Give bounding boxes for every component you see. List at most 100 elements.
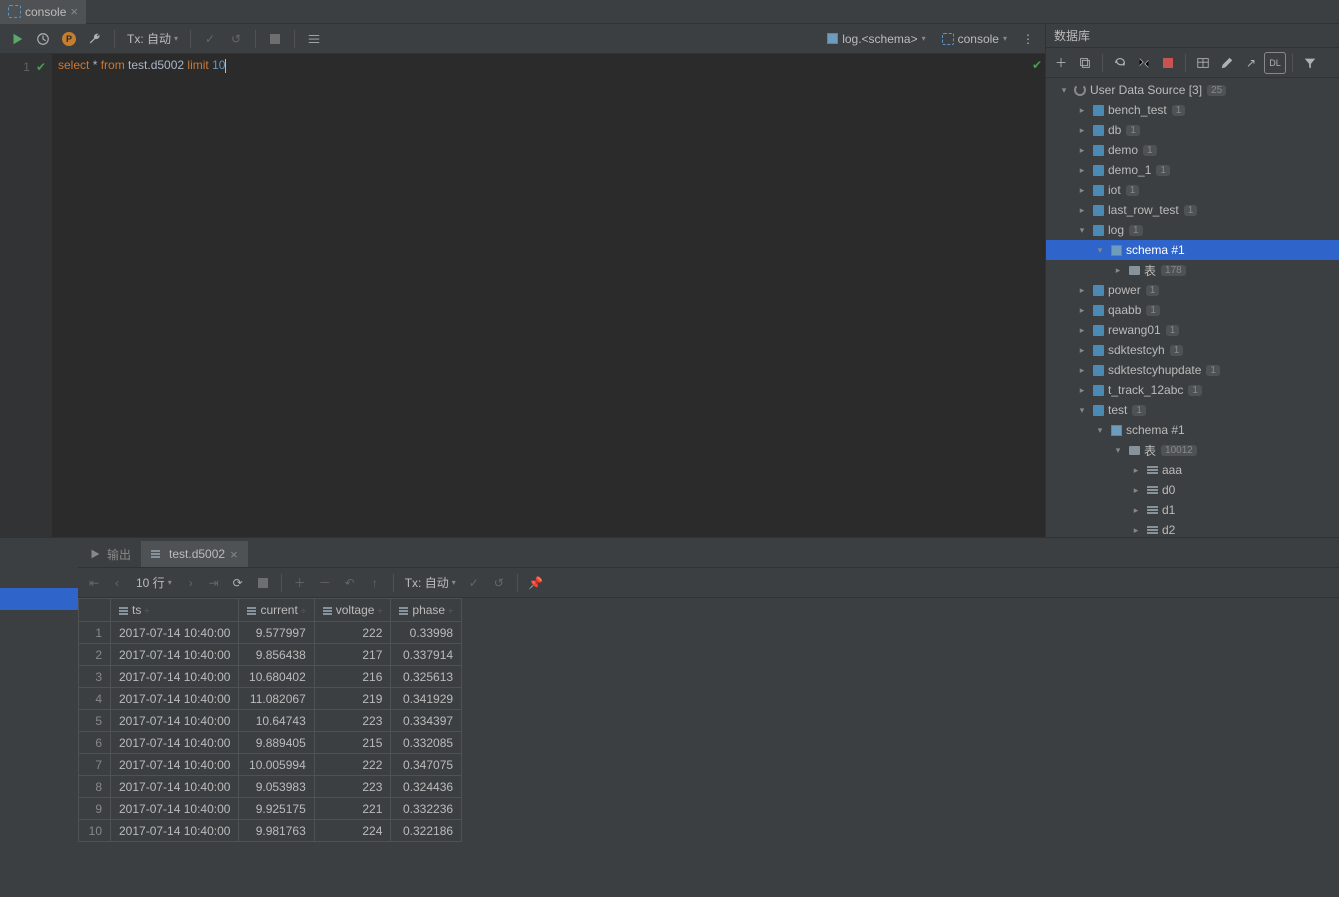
- database-icon: [1093, 225, 1104, 236]
- table-row[interactable]: 62017-07-14 10:40:009.8894052150.332085: [79, 732, 462, 754]
- jump-icon[interactable]: ↗: [1240, 52, 1262, 74]
- wrench-button[interactable]: [84, 28, 106, 50]
- prev-page-button[interactable]: ‹: [107, 573, 127, 593]
- stop-result-button[interactable]: [252, 572, 274, 594]
- table-row[interactable]: 72017-07-14 10:40:0010.0059942220.347075: [79, 754, 462, 776]
- tree-datasource[interactable]: User Data Source [3]25: [1046, 80, 1339, 100]
- tree-tables-log[interactable]: 表178: [1046, 260, 1339, 280]
- folder-icon: [1129, 266, 1140, 275]
- table-row[interactable]: 82017-07-14 10:40:009.0539832230.324436: [79, 776, 462, 798]
- editor-tabs: console ×: [0, 0, 1339, 24]
- tree-db[interactable]: demo1: [1046, 140, 1339, 160]
- table-icon: [1147, 526, 1158, 534]
- add-row-button[interactable]: ＋: [289, 572, 311, 594]
- loading-icon: [1074, 84, 1086, 96]
- table-row[interactable]: 52017-07-14 10:40:0010.647432230.334397: [79, 710, 462, 732]
- editor-toolbar: P Tx: 自动▾ ✓ ↺ log.<schema>▾ console▾ ⋮: [0, 24, 1045, 54]
- tree-db[interactable]: demo_11: [1046, 160, 1339, 180]
- schema-select[interactable]: log.<schema>▾: [821, 30, 931, 48]
- add-button[interactable]: ＋: [1050, 52, 1072, 74]
- table-view-icon[interactable]: [1192, 52, 1214, 74]
- column-header[interactable]: ts÷: [111, 599, 239, 622]
- console-icon: [8, 5, 21, 18]
- column-header[interactable]: phase÷: [391, 599, 462, 622]
- tree-table[interactable]: d1: [1046, 500, 1339, 520]
- tab-result[interactable]: test.d5002×: [141, 541, 248, 567]
- tab-console[interactable]: console ×: [0, 0, 86, 24]
- table-row[interactable]: 92017-07-14 10:40:009.9251752210.332236: [79, 798, 462, 820]
- schema-icon: [827, 33, 838, 44]
- tree-db[interactable]: power1: [1046, 280, 1339, 300]
- duplicate-button[interactable]: [1074, 52, 1096, 74]
- table-row[interactable]: 22017-07-14 10:40:009.8564382170.337914: [79, 644, 462, 666]
- tree-schema-log[interactable]: schema #1: [1046, 240, 1339, 260]
- explain-button[interactable]: P: [58, 28, 80, 50]
- history-button[interactable]: [32, 28, 54, 50]
- last-page-button[interactable]: ⇥: [204, 573, 224, 593]
- refresh-button[interactable]: [1109, 52, 1131, 74]
- database-icon: [1093, 125, 1104, 136]
- tree-table[interactable]: d0: [1046, 480, 1339, 500]
- diff-button[interactable]: [1133, 52, 1155, 74]
- result-grid[interactable]: ts÷current÷voltage÷phase÷ 12017-07-14 10…: [78, 598, 1339, 897]
- stop-db-button[interactable]: [1157, 52, 1179, 74]
- next-page-button[interactable]: ›: [181, 573, 201, 593]
- commit-result-button[interactable]: ✓: [463, 572, 485, 594]
- revert-button[interactable]: ↶: [339, 572, 361, 594]
- more-icon[interactable]: ⋮: [1017, 28, 1039, 50]
- submit-button[interactable]: ↑: [364, 572, 386, 594]
- tree-db-test[interactable]: test1: [1046, 400, 1339, 420]
- database-icon: [1093, 145, 1104, 156]
- run-button[interactable]: [6, 28, 28, 50]
- tree-tables-test[interactable]: 表10012: [1046, 440, 1339, 460]
- rollback-result-button[interactable]: ↺: [488, 572, 510, 594]
- tree-db[interactable]: t_track_12abc1: [1046, 380, 1339, 400]
- tree-db[interactable]: sdktestcyhupdate1: [1046, 360, 1339, 380]
- db-panel-title: 数据库: [1046, 24, 1339, 48]
- tree-db[interactable]: sdktestcyh1: [1046, 340, 1339, 360]
- tree-db[interactable]: db1: [1046, 120, 1339, 140]
- tab-output[interactable]: 输出: [78, 541, 141, 567]
- tree-table[interactable]: d2: [1046, 520, 1339, 537]
- filter-icon[interactable]: [1299, 52, 1321, 74]
- db-tree[interactable]: User Data Source [3]25 bench_test1db1dem…: [1046, 78, 1339, 537]
- delete-row-button[interactable]: －: [314, 572, 336, 594]
- table-row[interactable]: 12017-07-14 10:40:009.5779972220.33998: [79, 622, 462, 644]
- close-icon[interactable]: ×: [230, 547, 238, 562]
- rows-count[interactable]: 10 行▾: [130, 574, 178, 591]
- database-icon: [1093, 325, 1104, 336]
- folder-icon: [1129, 446, 1140, 455]
- table-row[interactable]: 32017-07-14 10:40:0010.6804022160.325613: [79, 666, 462, 688]
- commit-button[interactable]: ✓: [199, 28, 221, 50]
- tree-db[interactable]: qaabb1: [1046, 300, 1339, 320]
- tx-mode-select[interactable]: Tx: 自动▾: [123, 30, 182, 47]
- sql-editor[interactable]: 1✔ select * from test.d5002 limit 10 ✔: [0, 54, 1045, 537]
- console-select[interactable]: console▾: [936, 30, 1013, 48]
- reload-button[interactable]: ⟳: [227, 572, 249, 594]
- pin-button[interactable]: 📌: [525, 572, 547, 594]
- database-icon: [1093, 385, 1104, 396]
- column-header[interactable]: voltage÷: [314, 599, 391, 622]
- tab-label: console: [25, 5, 66, 19]
- table-row[interactable]: 42017-07-14 10:40:0011.0820672190.341929: [79, 688, 462, 710]
- tree-db-log[interactable]: log1: [1046, 220, 1339, 240]
- tree-schema-test[interactable]: schema #1: [1046, 420, 1339, 440]
- tree-db[interactable]: rewang011: [1046, 320, 1339, 340]
- edit-icon[interactable]: [1216, 52, 1238, 74]
- db-toolbar: ＋ ↗ DL: [1046, 48, 1339, 78]
- ddl-icon[interactable]: DL: [1264, 52, 1286, 74]
- tree-db[interactable]: last_row_test1: [1046, 200, 1339, 220]
- tree-table[interactable]: aaa: [1046, 460, 1339, 480]
- tree-db[interactable]: bench_test1: [1046, 100, 1339, 120]
- stop-button[interactable]: [264, 28, 286, 50]
- table-row[interactable]: 102017-07-14 10:40:009.9817632240.322186: [79, 820, 462, 842]
- tree-db[interactable]: iot1: [1046, 180, 1339, 200]
- close-icon[interactable]: ×: [70, 4, 78, 19]
- rollback-button[interactable]: ↺: [225, 28, 247, 50]
- column-header[interactable]: current÷: [239, 599, 314, 622]
- bottom-gutter: [0, 538, 78, 897]
- table-icon: [1147, 466, 1158, 474]
- first-page-button[interactable]: ⇤: [84, 573, 104, 593]
- result-tx-select[interactable]: Tx: 自动▾: [401, 574, 460, 591]
- settings-lines-icon[interactable]: [303, 28, 325, 50]
